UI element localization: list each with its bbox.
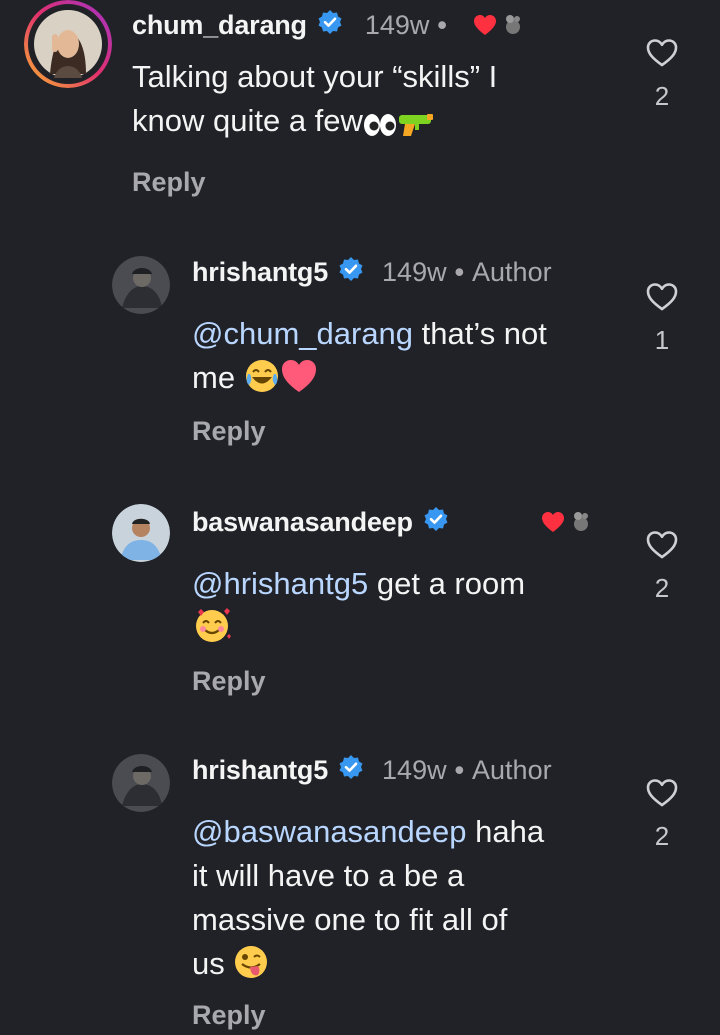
reply-button[interactable]: Reply xyxy=(192,666,632,697)
comment-text-line: get a room xyxy=(368,566,526,601)
like-heart-icon[interactable] xyxy=(637,282,687,317)
like-count: 2 xyxy=(654,81,670,111)
timestamp: 149w xyxy=(364,9,430,40)
verified-badge-icon xyxy=(338,754,364,787)
separator-dot: • xyxy=(437,9,447,40)
water-pistol-emoji xyxy=(397,105,435,149)
author-label: Author xyxy=(472,754,552,785)
comment-text-line: know quite a few xyxy=(132,103,363,138)
comment-text-line: massive one to fit all of xyxy=(192,902,508,937)
avatar[interactable] xyxy=(112,256,170,314)
reply-button[interactable]: Reply xyxy=(192,1000,632,1031)
author-label: Author xyxy=(472,256,552,287)
comment-text-line: that’s not xyxy=(413,316,547,351)
like-heart-icon[interactable] xyxy=(637,38,687,73)
verified-badge-icon xyxy=(338,256,364,289)
heart-emoji xyxy=(280,358,318,406)
avatar[interactable] xyxy=(112,504,170,562)
verified-badge-icon xyxy=(317,9,343,42)
avatar[interactable] xyxy=(112,754,170,812)
comment-text-line: us xyxy=(192,946,225,981)
username[interactable]: baswanasandeep xyxy=(192,507,413,538)
comments-screen: chum_darang 149w • Talking about your “s… xyxy=(0,0,720,1035)
like-heart-icon[interactable] xyxy=(637,778,687,813)
mention-link[interactable]: @baswanasandeep xyxy=(192,814,467,849)
reply-button[interactable]: Reply xyxy=(132,167,632,198)
username[interactable]: hrishantg5 xyxy=(192,257,328,288)
smiling-face-with-hearts-emoji xyxy=(192,606,232,656)
comment-item: baswanasandeep @hrishantg5 get a room Re… xyxy=(0,500,720,730)
comment-item: hrishantg5 149w • Author @baswanasandeep… xyxy=(0,748,720,1035)
mention-link[interactable]: @hrishantg5 xyxy=(192,566,368,601)
comment-text-line: it will have to a be a xyxy=(192,858,465,893)
comment-text-line: haha xyxy=(466,814,545,849)
verified-badge-icon xyxy=(423,506,449,539)
timestamp: 149w xyxy=(382,754,447,785)
username[interactable]: chum_darang xyxy=(132,10,307,41)
reply-button[interactable]: Reply xyxy=(192,416,632,447)
like-count: 1 xyxy=(654,325,670,355)
timestamp: 149w xyxy=(382,256,447,287)
eyes-emoji xyxy=(363,105,397,149)
separator-dot: • xyxy=(454,256,465,287)
comment-text: @baswanasandeep haha it will have to a b… xyxy=(192,810,632,992)
comment-text-line: Talking about your “skills” I xyxy=(132,59,498,94)
comment-text: @hrishantg5 get a room xyxy=(192,562,632,656)
like-count: 2 xyxy=(654,821,670,851)
creator-heart-icon xyxy=(473,13,523,37)
separator-dot: • xyxy=(454,754,465,785)
comment-item: hrishantg5 149w • Author @chum_darang th… xyxy=(0,250,720,480)
comment-text: Talking about your “skills” I know quite… xyxy=(132,55,632,149)
avatar[interactable] xyxy=(24,0,112,88)
comment-text: @chum_darang that’s not me xyxy=(192,312,632,406)
tears-of-joy-emoji xyxy=(244,358,280,406)
like-heart-icon[interactable] xyxy=(637,530,687,565)
comment-item: chum_darang 149w • Talking about your “s… xyxy=(0,0,720,230)
mention-link[interactable]: @chum_darang xyxy=(192,316,413,351)
comment-text-line: me xyxy=(192,360,236,395)
username[interactable]: hrishantg5 xyxy=(192,755,328,786)
creator-heart-icon xyxy=(541,510,591,534)
like-count: 2 xyxy=(654,573,670,603)
winking-face-with-tongue-emoji xyxy=(233,944,269,992)
